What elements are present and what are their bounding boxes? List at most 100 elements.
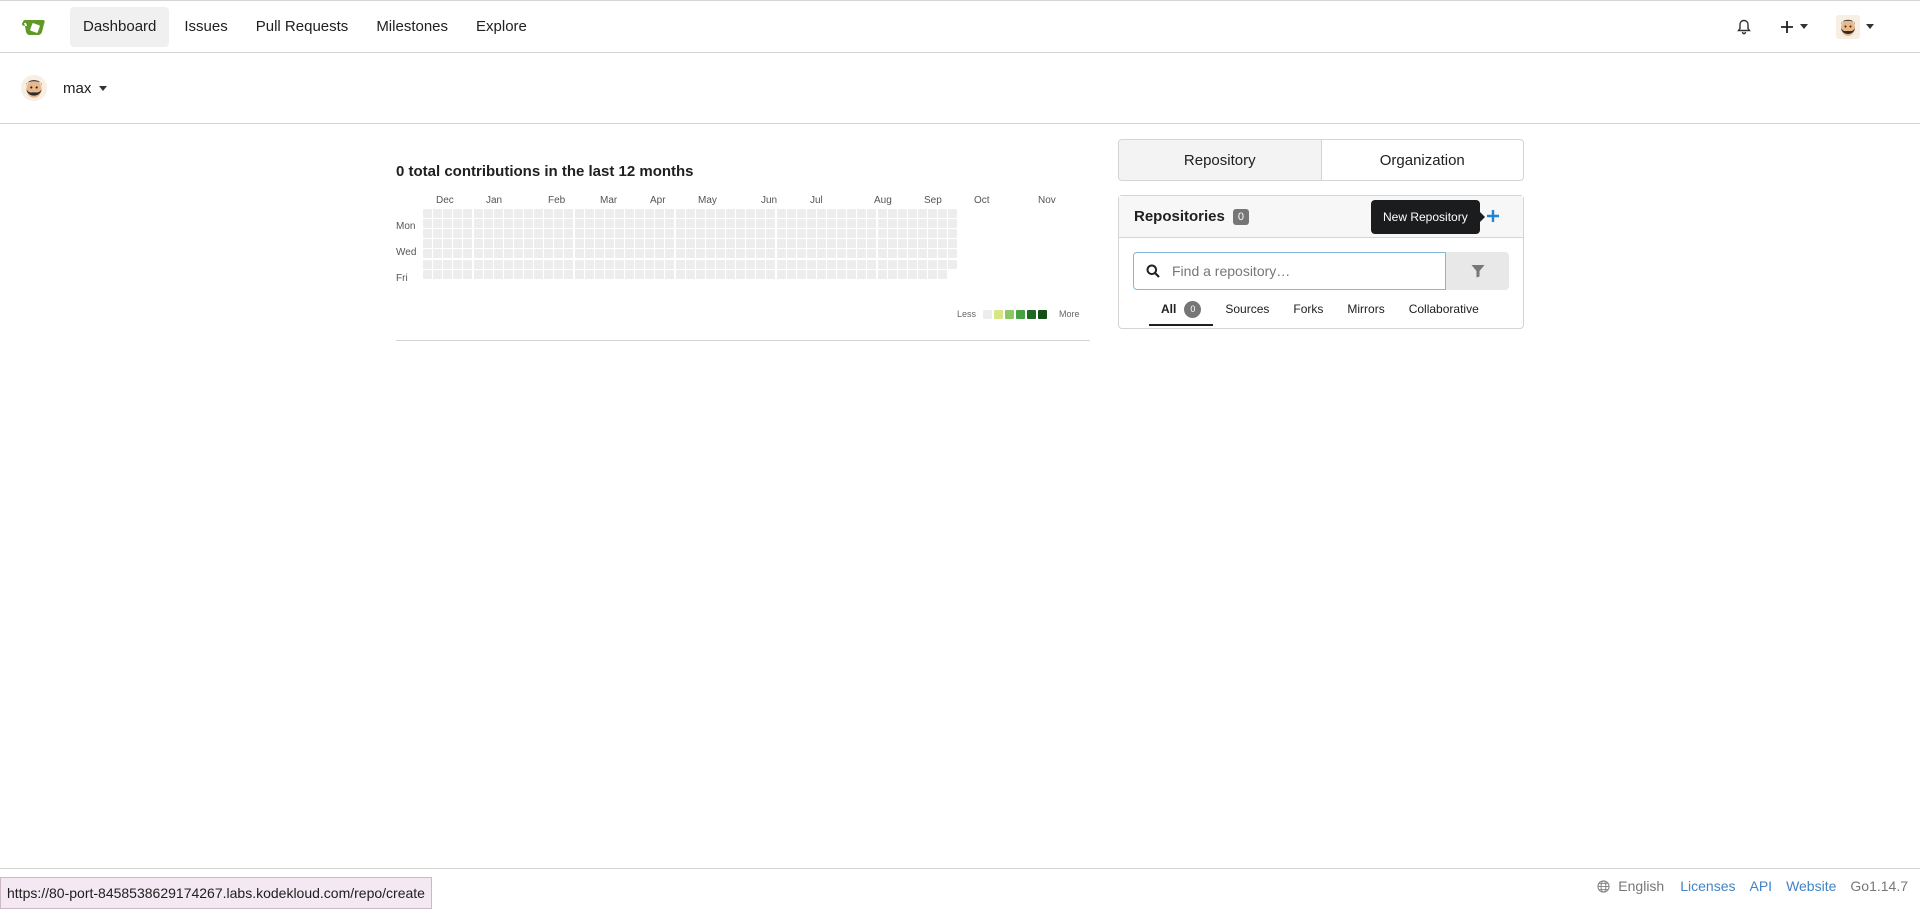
gitea-logo[interactable] (20, 12, 50, 42)
contribution-cell (534, 239, 544, 249)
contribution-cell (786, 219, 796, 229)
contribution-cell (827, 209, 836, 218)
contribution-cell (948, 229, 958, 239)
contribution-cell (928, 239, 937, 249)
filter-tab-sources[interactable]: Sources (1213, 294, 1281, 324)
contribution-cell (554, 269, 564, 279)
contribution-cell (655, 259, 665, 269)
contribution-cell (897, 229, 907, 239)
nav-issues[interactable]: Issues (171, 7, 240, 47)
month-label: Sep (924, 195, 942, 206)
contribution-cell (675, 239, 685, 249)
contribution-cell (645, 229, 655, 239)
repo-search-input[interactable] (1170, 262, 1434, 280)
contribution-cell (564, 209, 574, 218)
contribution-cell (534, 219, 544, 229)
footer-link-licenses[interactable]: Licenses (1680, 878, 1735, 894)
contribution-cell (635, 259, 645, 269)
dashboard-tabs: Repository Organization (1118, 139, 1524, 181)
contribution-cell (534, 259, 544, 269)
contribution-cell (695, 259, 705, 269)
contribution-cell (827, 269, 836, 279)
contribution-cell (857, 219, 867, 229)
contribution-cell (877, 239, 887, 249)
new-repository-tooltip: New Repository (1371, 200, 1485, 234)
contribution-cell (463, 249, 473, 259)
contribution-cell (635, 239, 645, 249)
contribution-cell (736, 259, 746, 269)
contribution-cell (463, 229, 473, 239)
contribution-cell (715, 259, 725, 269)
nav-explore[interactable]: Explore (463, 7, 540, 47)
nav-milestones[interactable]: Milestones (363, 7, 461, 47)
contribution-cell (928, 219, 937, 229)
contribution-cell (604, 219, 614, 229)
contribution-cell (746, 219, 756, 229)
contribution-cell (564, 229, 574, 239)
contribution-cell (907, 269, 917, 279)
contribution-cell (423, 219, 432, 229)
contribution-cell (433, 269, 443, 279)
filter-icon (1471, 265, 1484, 278)
filter-tab-all[interactable]: All 0 (1149, 294, 1214, 326)
contribution-cell (685, 229, 695, 239)
contribution-cell (766, 219, 776, 229)
contribution-cell (695, 229, 705, 239)
footer-link-api[interactable]: API (1749, 878, 1772, 894)
contribution-cell (483, 219, 493, 229)
nav-dashboard[interactable]: Dashboard (70, 6, 170, 47)
contribution-cell (847, 229, 857, 239)
footer-link-website[interactable]: Website (1786, 878, 1836, 894)
contribution-cell (564, 249, 574, 259)
month-label: Nov (1038, 195, 1056, 206)
bell-icon (1737, 19, 1751, 34)
contribution-cell (513, 269, 523, 279)
contribution-cell (665, 249, 675, 259)
contribution-cell (847, 259, 857, 269)
tab-organization[interactable]: Organization (1320, 140, 1524, 180)
filter-tab-mirrors[interactable]: Mirrors (1335, 294, 1396, 324)
caret-down-icon (1800, 24, 1808, 29)
contribution-graph: 0 total contributions in the last 12 mon… (396, 163, 1090, 341)
filter-tab-forks[interactable]: Forks (1281, 294, 1335, 324)
filter-tab-collaborative[interactable]: Collaborative (1397, 294, 1491, 324)
contribution-cell (443, 259, 453, 269)
contribution-cell (584, 269, 594, 279)
contribution-cell (695, 219, 705, 229)
contribution-cell (625, 249, 634, 259)
contribution-cell (776, 209, 786, 218)
contribution-cell (635, 209, 645, 218)
contribution-cell (726, 219, 735, 229)
contribution-cell (806, 249, 816, 259)
contribution-cell (564, 269, 574, 279)
contribution-cell (604, 249, 614, 259)
contribution-cell (574, 249, 584, 259)
contribution-cell (847, 269, 857, 279)
notifications-button[interactable] (1722, 7, 1766, 47)
contribution-cell (554, 259, 564, 269)
repo-filter-button[interactable] (1446, 252, 1509, 290)
new-repository-button[interactable] (1481, 204, 1505, 228)
nav-pull-requests[interactable]: Pull Requests (243, 7, 362, 47)
contribution-cell (544, 249, 554, 259)
contribution-cell (806, 229, 816, 239)
contribution-cell (473, 229, 483, 239)
language-selector[interactable]: English (1597, 878, 1664, 894)
tab-repository[interactable]: Repository (1119, 140, 1321, 180)
contribution-cell (786, 259, 796, 269)
contribution-cell (736, 249, 746, 259)
contribution-cell (574, 259, 584, 269)
create-menu-button[interactable] (1766, 7, 1822, 47)
contribution-cell (776, 239, 786, 249)
user-menu-button[interactable] (1822, 7, 1888, 47)
month-label: Aug (874, 195, 892, 206)
contribution-cell (877, 229, 887, 239)
contribution-cell (917, 249, 927, 259)
contribution-cell (564, 239, 574, 249)
contribution-cell (433, 259, 443, 269)
contribution-cell (705, 229, 715, 239)
context-user-switcher[interactable]: max (21, 75, 108, 101)
contribution-cell (917, 259, 927, 269)
contribution-cell (705, 209, 715, 218)
contribution-cell (736, 229, 746, 239)
